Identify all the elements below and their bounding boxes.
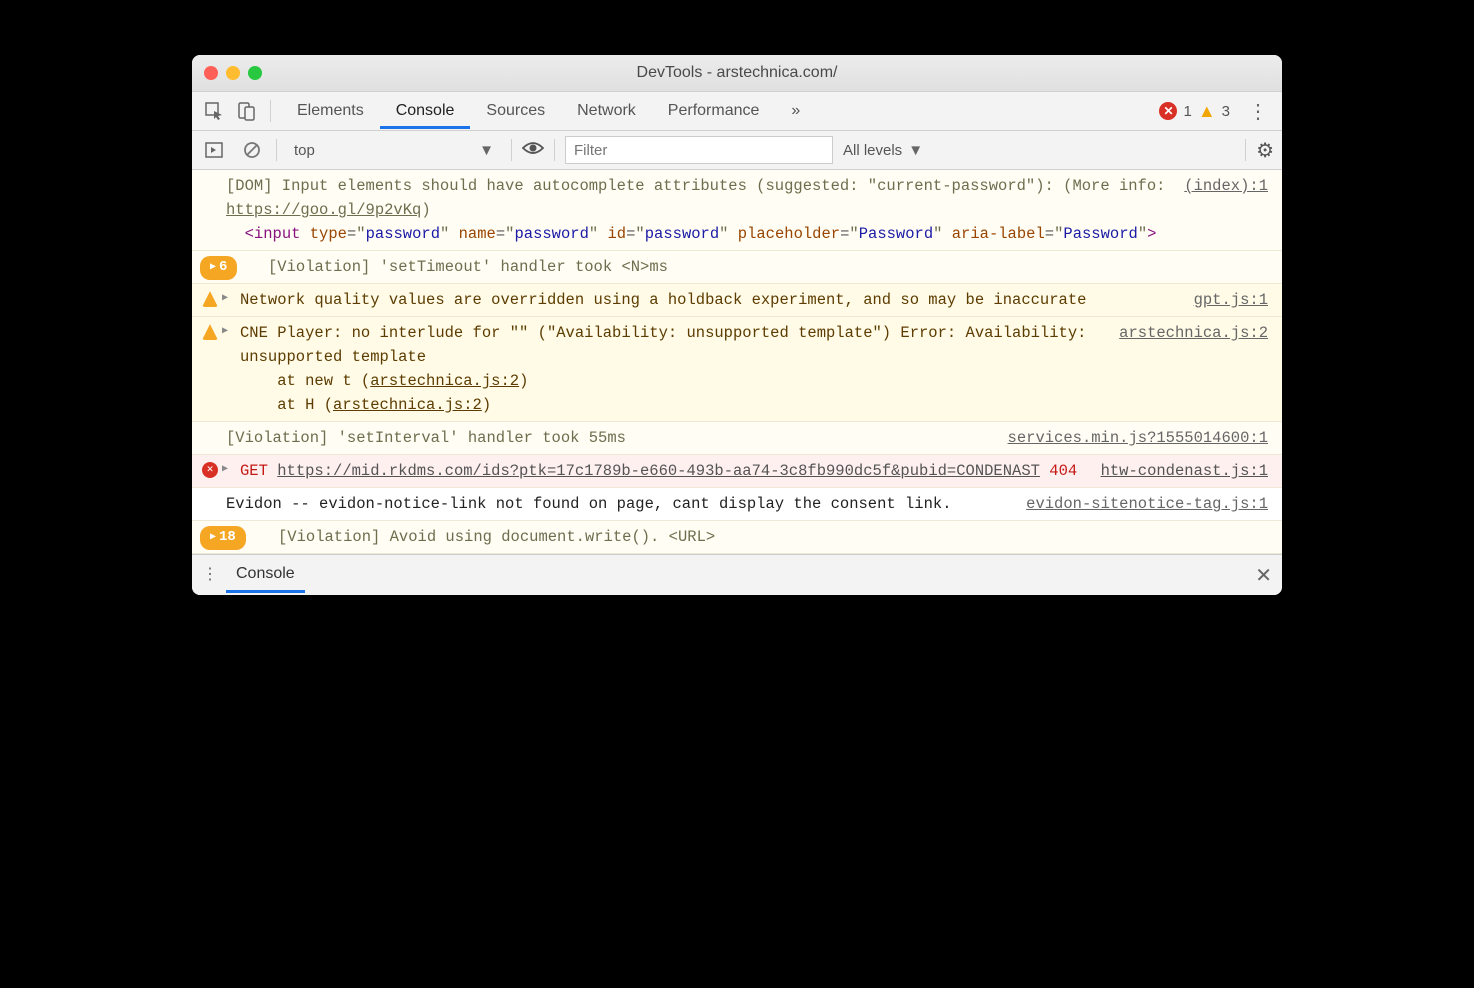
log-message: Network quality values are overridden us… xyxy=(240,288,1182,312)
error-count-icon: ✕ xyxy=(1159,102,1177,120)
drawer: ⋮ Console ✕ xyxy=(192,554,1282,595)
log-message: [Violation] Avoid using document.write()… xyxy=(278,525,1268,549)
source-link[interactable]: services.min.js?1555014600:1 xyxy=(1008,426,1268,450)
url-link[interactable]: https://mid.rkdms.com/ids?ptk=17c1789b-e… xyxy=(277,462,1040,480)
log-message: Evidon -- evidon-notice-link not found o… xyxy=(226,492,1014,516)
warning-icon xyxy=(202,324,218,340)
log-message: CNE Player: no interlude for "" ("Availa… xyxy=(240,321,1107,417)
expand-icon[interactable]: ▶ xyxy=(222,291,228,307)
panel-tabs: Elements Console Sources Network Perform… xyxy=(281,94,816,129)
filter-input[interactable] xyxy=(565,136,833,164)
warning-icon xyxy=(202,291,218,307)
source-link[interactable]: arstechnica.js:2 xyxy=(370,372,519,390)
inspect-element-icon[interactable] xyxy=(200,97,228,125)
drawer-tab-console[interactable]: Console xyxy=(226,557,305,593)
settings-menu-icon[interactable]: ⋮ xyxy=(1242,99,1274,124)
devtools-window: DevTools - arstechnica.com/ Elements Con… xyxy=(192,55,1282,595)
source-link[interactable]: htw-condenast.js:1 xyxy=(1101,459,1268,483)
console-toolbar: top ▼ All levels ▼ ⚙ xyxy=(192,131,1282,170)
doc-link[interactable]: https://goo.gl/9p2vKq xyxy=(226,201,421,219)
log-row[interactable]: [DOM] Input elements should have autocom… xyxy=(192,170,1282,251)
separator xyxy=(276,139,277,161)
separator xyxy=(270,100,271,122)
zoom-window-icon[interactable] xyxy=(248,66,262,80)
separator xyxy=(511,139,512,161)
log-message: GET https://mid.rkdms.com/ids?ptk=17c178… xyxy=(240,459,1268,483)
repeat-count-badge[interactable]: 18 xyxy=(200,526,246,550)
console-settings-icon[interactable]: ⚙ xyxy=(1256,138,1274,163)
context-selector[interactable]: top ▼ xyxy=(287,139,501,162)
issue-counts[interactable]: ✕ 1 ▲ 3 xyxy=(1159,102,1230,120)
titlebar[interactable]: DevTools - arstechnica.com/ xyxy=(192,55,1282,92)
traffic-lights xyxy=(204,66,262,80)
main-tabbar: Elements Console Sources Network Perform… xyxy=(192,92,1282,131)
device-toolbar-icon[interactable] xyxy=(232,97,260,125)
warning-count-icon: ▲ xyxy=(1198,102,1216,120)
minimize-window-icon[interactable] xyxy=(226,66,240,80)
error-icon: ✕ xyxy=(202,462,218,478)
window-title: DevTools - arstechnica.com/ xyxy=(192,64,1282,82)
log-message: [DOM] Input elements should have autocom… xyxy=(226,174,1172,246)
tab-performance[interactable]: Performance xyxy=(652,94,776,129)
log-level-label: All levels xyxy=(843,142,902,159)
repeat-count-badge[interactable]: 6 xyxy=(200,256,237,280)
error-count: 1 xyxy=(1183,103,1191,120)
drawer-menu-icon[interactable]: ⋮ xyxy=(202,572,218,578)
log-row[interactable]: 6 [Violation] 'setTimeout' handler took … xyxy=(192,251,1282,284)
source-link[interactable]: evidon-sitenotice-tag.js:1 xyxy=(1026,492,1268,516)
clear-console-icon[interactable] xyxy=(238,136,266,164)
log-level-selector[interactable]: All levels ▼ xyxy=(843,142,923,159)
console-messages: [DOM] Input elements should have autocom… xyxy=(192,170,1282,554)
source-link[interactable]: gpt.js:1 xyxy=(1194,288,1268,312)
more-tabs-button[interactable]: » xyxy=(775,94,816,129)
close-drawer-icon[interactable]: ✕ xyxy=(1255,563,1272,588)
close-window-icon[interactable] xyxy=(204,66,218,80)
expand-icon[interactable]: ▶ xyxy=(222,462,228,478)
chevron-down-icon: ▼ xyxy=(908,142,923,159)
log-message: [Violation] 'setInterval' handler took 5… xyxy=(226,426,996,450)
log-row[interactable]: [Violation] 'setInterval' handler took 5… xyxy=(192,422,1282,455)
warning-count: 3 xyxy=(1222,103,1230,120)
source-link[interactable]: (index):1 xyxy=(1184,174,1268,246)
tab-sources[interactable]: Sources xyxy=(470,94,561,129)
tab-elements[interactable]: Elements xyxy=(281,94,380,129)
log-row[interactable]: ✕ ▶ GET https://mid.rkdms.com/ids?ptk=17… xyxy=(192,455,1282,488)
chevron-down-icon: ▼ xyxy=(479,142,494,159)
separator xyxy=(554,139,555,161)
tab-network[interactable]: Network xyxy=(561,94,652,129)
source-link[interactable]: arstechnica.js:2 xyxy=(333,396,482,414)
log-message: [Violation] 'setTimeout' handler took <N… xyxy=(268,255,1268,279)
log-row[interactable]: 18 [Violation] Avoid using document.writ… xyxy=(192,521,1282,554)
source-link[interactable]: arstechnica.js:2 xyxy=(1119,321,1268,417)
toggle-sidebar-icon[interactable] xyxy=(200,136,228,164)
live-expression-icon[interactable] xyxy=(522,139,544,162)
log-row[interactable]: ▶ Network quality values are overridden … xyxy=(192,284,1282,317)
log-row[interactable]: ▶ CNE Player: no interlude for "" ("Avai… xyxy=(192,317,1282,422)
separator xyxy=(1245,139,1246,161)
expand-icon[interactable]: ▶ xyxy=(222,324,228,340)
tab-console[interactable]: Console xyxy=(380,94,471,129)
context-value: top xyxy=(294,142,315,159)
log-row[interactable]: Evidon -- evidon-notice-link not found o… xyxy=(192,488,1282,521)
